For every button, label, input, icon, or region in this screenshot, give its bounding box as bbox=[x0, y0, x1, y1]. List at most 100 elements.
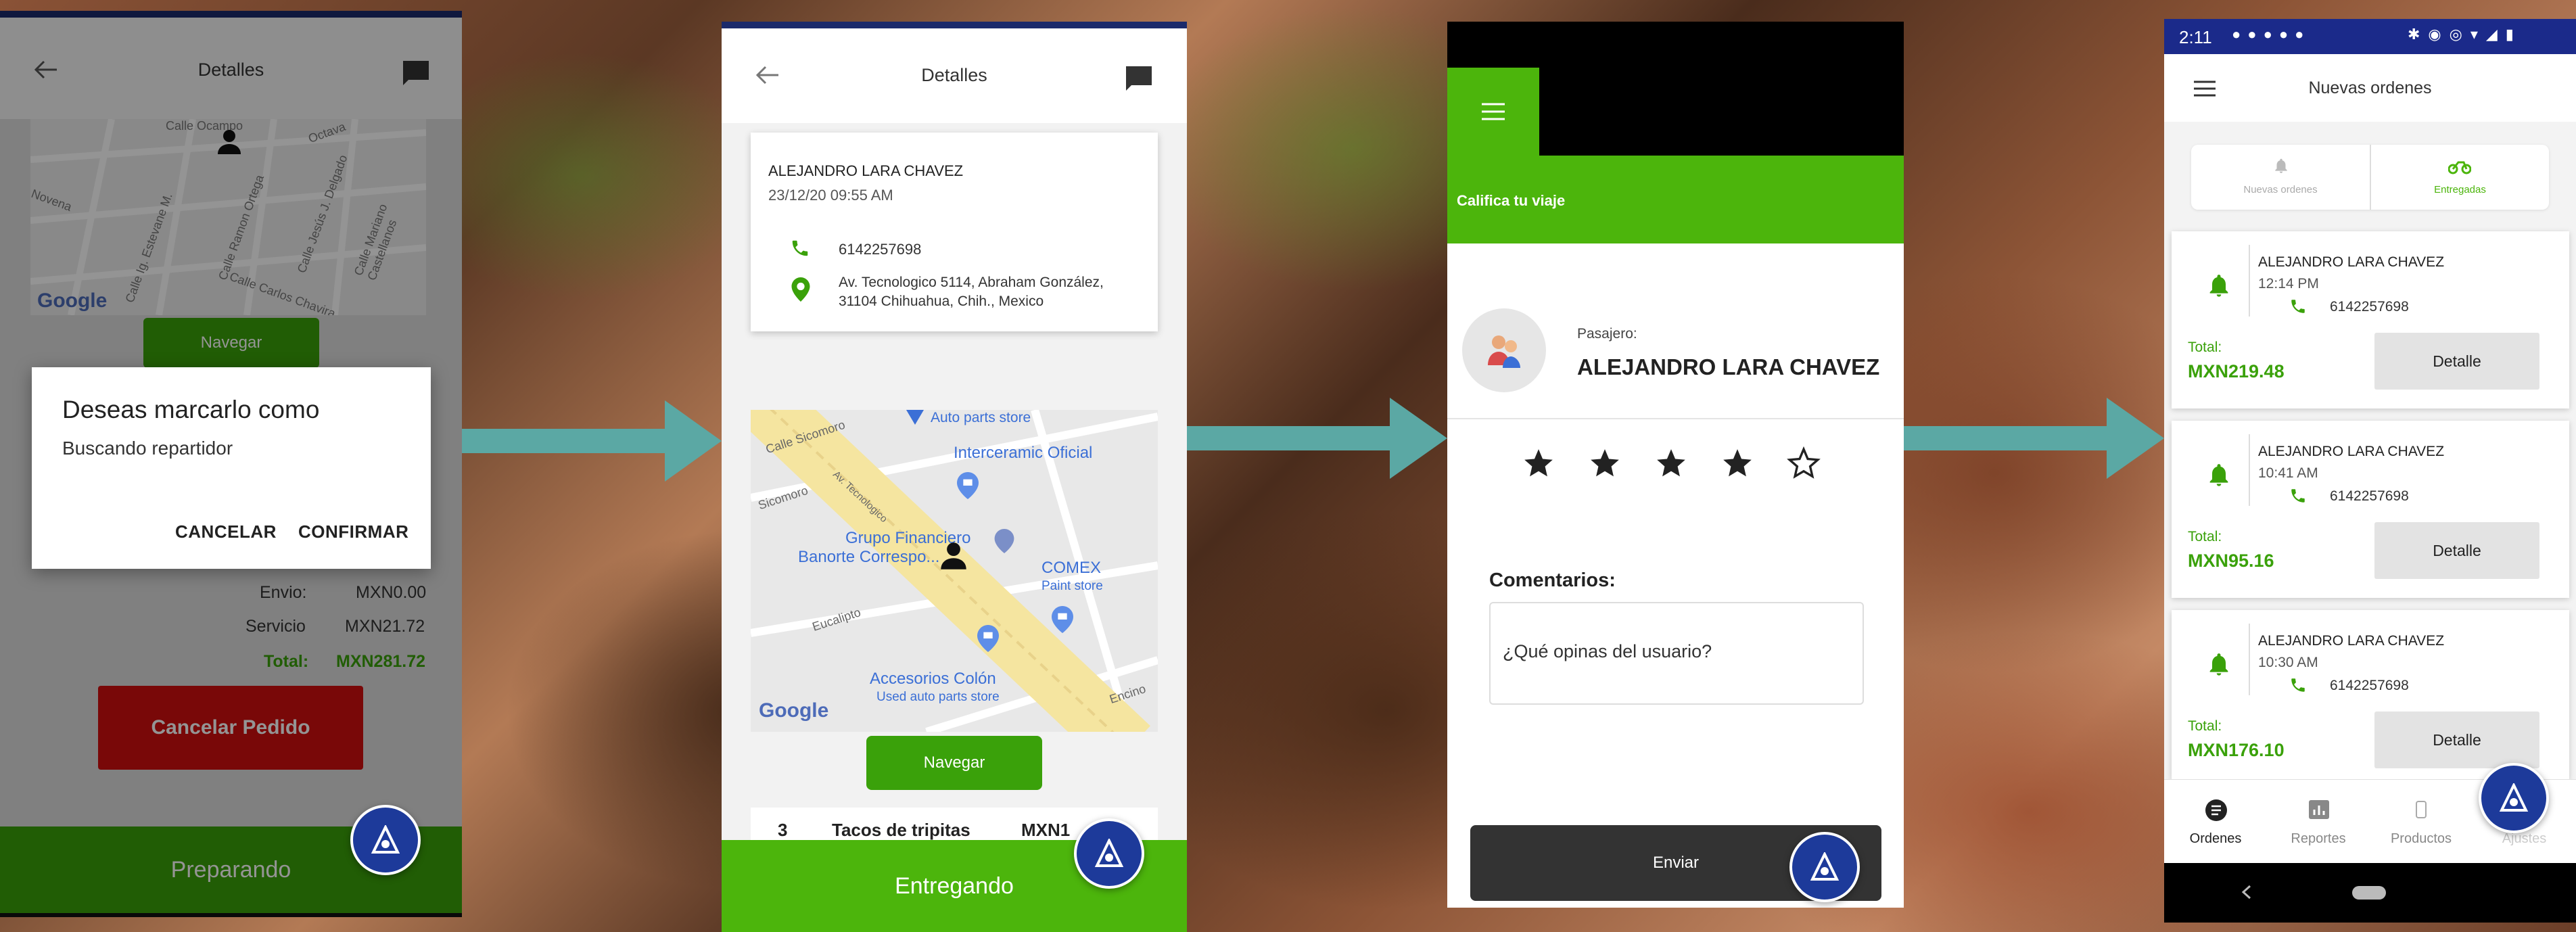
order-time: 12:14 PM bbox=[2258, 276, 2319, 292]
order-datetime: 23/12/20 09:55 AM bbox=[768, 187, 893, 204]
map-poi-label: Interceramic Oficial bbox=[954, 444, 1093, 462]
send-button-label: Enviar bbox=[1652, 854, 1700, 872]
order-card[interactable]: ALEJANDRO LARA CHAVEZ 12:14 PM 614225769… bbox=[2172, 231, 2569, 409]
customer-name: ALEJANDRO LARA CHAVEZ bbox=[768, 162, 964, 179]
app-logo-icon bbox=[371, 825, 400, 854]
bell-icon bbox=[2275, 158, 2287, 173]
phone-icon bbox=[2291, 678, 2305, 692]
order-total-label: Total: bbox=[2188, 529, 2222, 544]
nav-item-productos[interactable]: Productos bbox=[2370, 780, 2473, 864]
section-banner: Califica tu viaje bbox=[1447, 156, 1904, 243]
product-icon bbox=[2416, 801, 2427, 818]
bank-pin-icon bbox=[994, 529, 1014, 553]
order-total-value: MXN95.16 bbox=[2188, 551, 2274, 571]
status-label: Entregando bbox=[895, 872, 1014, 899]
order-detail-button[interactable]: Detalle bbox=[2374, 333, 2539, 390]
triangle-marker-icon bbox=[906, 410, 924, 425]
app-fab-button[interactable] bbox=[2479, 763, 2549, 833]
status-strip bbox=[722, 22, 1187, 28]
store-pin-icon bbox=[977, 625, 999, 652]
dialog-confirm-button[interactable]: CONFIRMAR bbox=[298, 521, 408, 542]
order-total-label: Total: bbox=[2188, 718, 2222, 734]
flow-arrow-1 bbox=[462, 400, 722, 482]
star-filled-icon[interactable] bbox=[1588, 446, 1622, 480]
dialog-title: Deseas marcarlo como bbox=[62, 396, 320, 423]
app-header: Detalles bbox=[722, 28, 1187, 123]
app-fab-button[interactable] bbox=[1074, 818, 1144, 889]
order-total-label: Total: bbox=[2188, 340, 2222, 355]
order-total-value: MXN176.10 bbox=[2188, 740, 2285, 760]
order-total-value: MXN219.48 bbox=[2188, 361, 2285, 381]
map-poi-label: Accesorios Colón bbox=[870, 670, 996, 688]
order-detail-label: Detalle bbox=[2433, 541, 2481, 559]
bell-icon bbox=[2209, 275, 2228, 297]
delivery-map[interactable]: Calle Sicomoro Sicomoro Av. Tecnologico … bbox=[751, 410, 1158, 732]
app-logo-icon bbox=[1094, 839, 1124, 867]
phone-icon bbox=[792, 240, 808, 256]
item-name: Tacos de tripitas bbox=[832, 820, 970, 840]
confirm-dialog: Deseas marcarlo como Buscando repartidor… bbox=[32, 367, 431, 569]
tab-delivered[interactable]: Entregadas bbox=[2371, 145, 2549, 210]
app-fab-button[interactable] bbox=[350, 805, 421, 875]
customer-phone[interactable]: 6142257698 bbox=[839, 241, 921, 258]
star-filled-icon[interactable] bbox=[1654, 446, 1688, 480]
order-detail-label: Detalle bbox=[2433, 730, 2481, 749]
dialog-cancel-button[interactable]: CANCELAR bbox=[175, 521, 277, 542]
map-poi-label: Paint store bbox=[1041, 579, 1103, 593]
star-filled-icon[interactable] bbox=[1522, 446, 1555, 480]
hamburger-menu-icon bbox=[1482, 103, 1505, 120]
order-time: 10:41 AM bbox=[2258, 465, 2318, 481]
orders-icon bbox=[2205, 799, 2227, 821]
navigate-button[interactable]: Navegar bbox=[866, 736, 1042, 790]
address-line-1: Av. Tecnologico 5114, Abraham González, bbox=[839, 275, 1104, 290]
page-title: Detalles bbox=[921, 65, 987, 85]
navigate-button-label: Navegar bbox=[923, 753, 985, 772]
bell-icon bbox=[2209, 464, 2228, 486]
passenger-label: Pasajero: bbox=[1577, 326, 1637, 342]
passenger-avatar-icon bbox=[1488, 335, 1520, 368]
item-qty: 3 bbox=[778, 820, 788, 840]
tab-label: Nuevas ordenes bbox=[2243, 184, 2318, 195]
order-detail-button[interactable]: Detalle bbox=[2374, 522, 2539, 579]
order-phone: 6142257698 bbox=[2330, 488, 2409, 504]
order-customer-name: ALEJANDRO LARA CHAVEZ bbox=[2258, 633, 2445, 649]
menu-button[interactable] bbox=[1447, 68, 1539, 156]
star-filled-icon[interactable] bbox=[1720, 446, 1754, 480]
flow-arrow-2 bbox=[1187, 398, 1447, 479]
notification-icons: ●●●●● bbox=[2232, 26, 2311, 43]
comments-label: Comentarios: bbox=[1489, 569, 1616, 591]
system-home-pill[interactable] bbox=[2352, 886, 2386, 900]
order-card[interactable]: ALEJANDRO LARA CHAVEZ 10:41 AM 614225769… bbox=[2172, 421, 2569, 598]
order-detail-button[interactable]: Detalle bbox=[2374, 712, 2539, 768]
screen-order-details-dialog: Detalles Novena Calle Ramon Ortega Calle… bbox=[0, 11, 462, 917]
order-card[interactable]: ALEJANDRO LARA CHAVEZ 10:30 AM 614225769… bbox=[2172, 610, 2569, 779]
comments-input[interactable]: ¿Qué opinas del usuario? bbox=[1489, 602, 1864, 705]
chat-icon[interactable] bbox=[1125, 65, 1153, 92]
order-phone: 6142257698 bbox=[2330, 678, 2409, 693]
nav-label: Productos bbox=[2390, 831, 2452, 846]
section-title: Califica tu viaje bbox=[1457, 192, 1566, 209]
item-price: MXN1 bbox=[1021, 820, 1071, 840]
tab-new-orders[interactable]: Nuevas ordenes bbox=[2191, 145, 2370, 210]
android-status-bar: 2:11 ●●●●● ✱◉◎▾◢▮ bbox=[2164, 19, 2576, 54]
location-pin-icon bbox=[791, 277, 810, 302]
google-logo: Google bbox=[759, 699, 829, 722]
star-empty-icon[interactable] bbox=[1787, 446, 1821, 480]
tab-bar: Nuevas ordenes Entregadas bbox=[2191, 145, 2549, 210]
address-line-2: 31104 Chihuahua, Chih., Mexico bbox=[839, 294, 1044, 309]
nav-label: Ordenes bbox=[2189, 831, 2242, 846]
nav-item-ordenes[interactable]: Ordenes bbox=[2164, 780, 2267, 864]
page-title: Nuevas ordenes bbox=[2308, 78, 2432, 97]
system-back-icon[interactable] bbox=[2241, 885, 2252, 900]
nav-item-reportes[interactable]: Reportes bbox=[2267, 780, 2370, 864]
status-time: 2:11 bbox=[2179, 27, 2212, 47]
comments-placeholder: ¿Qué opinas del usuario? bbox=[1503, 641, 1712, 661]
app-fab-button[interactable] bbox=[1789, 832, 1860, 902]
order-phone: 6142257698 bbox=[2330, 299, 2409, 314]
passenger-avatar bbox=[1462, 308, 1546, 392]
map-poi-label: Banorte Correspo... bbox=[798, 548, 940, 566]
order-time: 10:30 AM bbox=[2258, 655, 2318, 670]
map-poi-label: COMEX bbox=[1041, 559, 1102, 577]
star-rating[interactable] bbox=[1522, 446, 1833, 487]
order-card-divider bbox=[2249, 624, 2250, 695]
